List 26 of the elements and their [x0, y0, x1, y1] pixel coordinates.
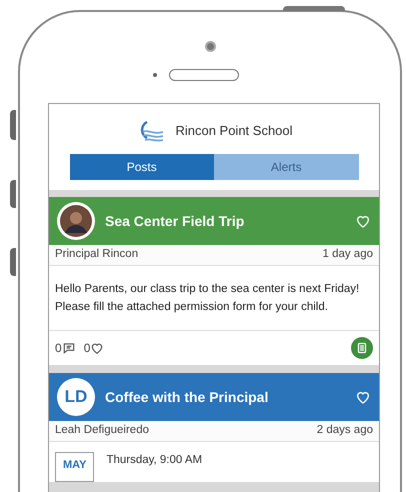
heart-icon[interactable]	[355, 213, 371, 229]
date-badge: MAY	[55, 452, 94, 482]
attachment-button[interactable]	[351, 337, 373, 359]
post-title: Coffee with the Principal	[105, 388, 270, 407]
comment-count: 0	[55, 340, 62, 357]
post-author: Leah Defigueiredo	[55, 423, 149, 438]
post-title: Sea Center Field Trip	[105, 212, 246, 231]
document-icon	[356, 342, 368, 354]
post-time: 2 days ago	[316, 423, 373, 438]
avatar-initials: LD	[57, 378, 95, 416]
comment-icon[interactable]	[62, 341, 76, 355]
avatar-photo-placeholder	[57, 202, 95, 240]
post-header[interactable]: LD Coffee with the Principal	[49, 373, 379, 421]
tab[interactable]: Posts	[70, 154, 214, 180]
school-name: Rincon Point School	[175, 122, 293, 140]
tab[interactable]: Alerts	[214, 154, 358, 180]
post-author: Principal Rincon	[55, 247, 138, 262]
heart-icon[interactable]	[355, 389, 371, 405]
speaker-slot	[169, 69, 239, 81]
camera-icon	[204, 41, 216, 52]
like-count: 0	[84, 340, 90, 357]
event-time: Thursday, 9:00 AM	[106, 453, 202, 468]
post-header[interactable]: Sea Center Field Trip	[49, 197, 379, 245]
heart-icon[interactable]	[90, 341, 104, 355]
post-time: 1 day ago	[322, 247, 373, 262]
post-body: Hello Parents, our class trip to the sea center is next Friday! Please fill the attached permission form for your child.	[49, 266, 379, 331]
